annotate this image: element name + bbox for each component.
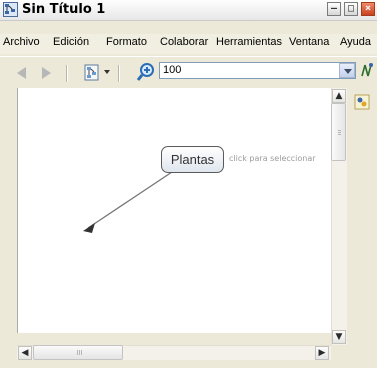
- selection-hint: click para seleccionar: [229, 154, 316, 163]
- menu-herramientas[interactable]: Herramientas: [216, 36, 282, 48]
- menu-colaborar[interactable]: Colaborar: [160, 36, 208, 48]
- scroll-right-button[interactable]: ▶: [315, 346, 329, 360]
- thumb-grip: [79, 350, 80, 355]
- zoom-icon[interactable]: [136, 62, 156, 82]
- title-bar[interactable]: Sin Título 1 – □ ×: [0, 0, 377, 21]
- application-window: Sin Título 1 – □ × Archivo Edición Forma…: [0, 0, 377, 368]
- back-arrow-icon[interactable]: [17, 67, 26, 79]
- horizontal-scroll-thumb[interactable]: [33, 345, 123, 360]
- connection-arrow: [83, 171, 173, 233]
- window-title: Sin Título 1: [22, 2, 106, 17]
- forward-arrow-icon[interactable]: [42, 67, 51, 79]
- menu-ayuda[interactable]: Ayuda: [340, 36, 371, 48]
- thumb-grip: [77, 350, 78, 355]
- thumb-grip: [338, 130, 341, 131]
- bottom-margin: [17, 360, 347, 368]
- scroll-down-button[interactable]: ▼: [332, 330, 346, 344]
- chevron-down-icon[interactable]: [104, 70, 110, 74]
- thumb-grip: [338, 132, 341, 133]
- side-panel: [347, 88, 377, 368]
- toolbar-separator: [118, 65, 120, 82]
- vertical-scroll-thumb[interactable]: [331, 103, 346, 161]
- zoom-field[interactable]: 100: [159, 62, 356, 79]
- menu-bar: Archivo Edición Formato Colaborar Herram…: [0, 34, 377, 54]
- thumb-grip: [81, 350, 82, 355]
- menu-edicion[interactable]: Edición: [53, 36, 89, 48]
- app-icon: [3, 2, 18, 17]
- thumb-grip: [338, 134, 341, 135]
- minimize-button[interactable]: –: [327, 2, 341, 16]
- scroll-left-button[interactable]: ◀: [18, 346, 32, 360]
- maximize-button[interactable]: □: [344, 2, 358, 16]
- view-options-icon[interactable]: [82, 63, 102, 83]
- zoom-dropdown-button[interactable]: [339, 63, 355, 78]
- concept-map-canvas[interactable]: [17, 88, 332, 333]
- concept-node[interactable]: Plantas: [161, 146, 224, 173]
- toolbar-separator: [66, 65, 68, 82]
- menu-ventana[interactable]: Ventana: [289, 36, 329, 48]
- left-margin: [0, 88, 17, 368]
- close-button[interactable]: ×: [361, 2, 375, 16]
- menu-archivo[interactable]: Archivo: [3, 36, 40, 48]
- scroll-up-button[interactable]: ▲: [332, 89, 346, 103]
- collaboration-icon[interactable]: [354, 94, 370, 110]
- map-icon[interactable]: [359, 62, 375, 79]
- menu-formato[interactable]: Formato: [106, 36, 147, 48]
